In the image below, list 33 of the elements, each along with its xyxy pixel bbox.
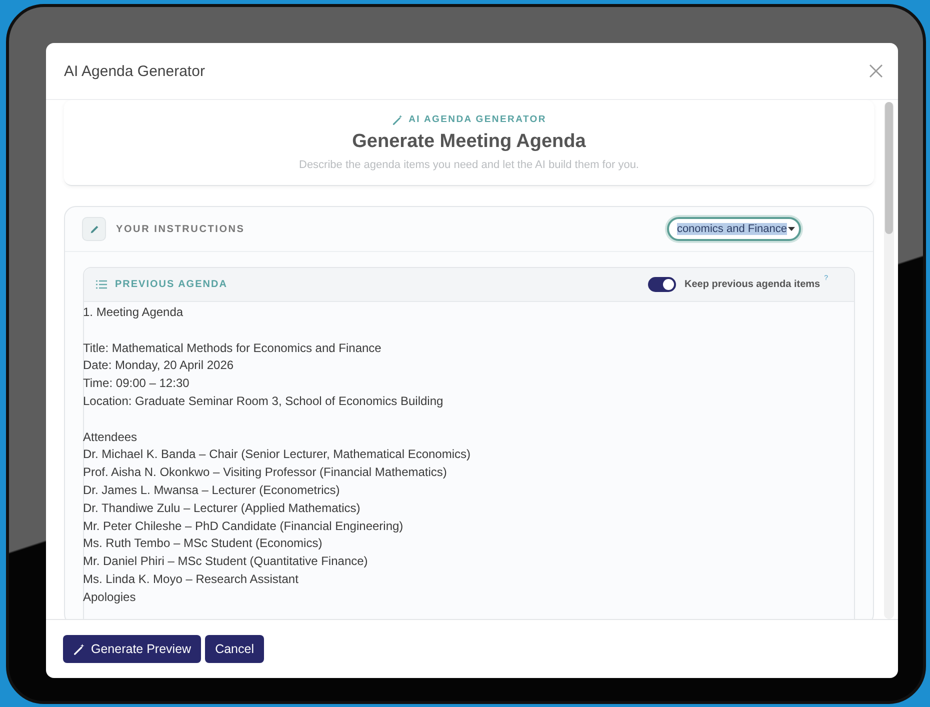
wand-icon	[392, 114, 403, 125]
agenda-line: Time: 09:00 – 12:30	[83, 375, 190, 392]
dropdown-field[interactable]: conomics and Finance	[666, 217, 801, 241]
section-label: PREVIOUS AGENDA	[115, 279, 228, 290]
agenda-line: Prof. Aisha N. Okonkwo – Visiting Professor (Financial Mathematics)	[83, 464, 447, 482]
agenda-line: 1. Meeting Agenda	[83, 304, 184, 321]
agenda-line: Attendees	[83, 428, 138, 446]
pencil-icon	[82, 217, 106, 241]
toggle-switch[interactable]	[648, 277, 676, 292]
agenda-line: Dr. James L. Mwansa – Lecturer (Econometrics)	[83, 482, 340, 499]
caret-icon	[788, 227, 795, 231]
agenda-line: Apologies	[83, 588, 136, 606]
agenda-line: Dr. Thandiwe Zulu – Lecturer (Applied Mathematics)	[83, 500, 360, 517]
agenda-line: Location: Graduate Seminar Room 3, School of Economics Building	[83, 392, 444, 410]
toggle-label: Keep previous agenda items	[684, 279, 820, 290]
agenda-line: Title: Mathematical Methods for Economics and Finance	[83, 340, 382, 357]
agenda-line: Ms. Linda K. Moyo – Research Assistant	[83, 570, 298, 588]
agenda-line: Mr. Peter Chileshe – PhD Candidate (Financial Engineering)	[83, 518, 404, 535]
close-icon[interactable]	[868, 63, 884, 79]
page-heading: Generate Meeting Agenda	[352, 131, 586, 153]
dialog-title: AI Agenda Generator	[64, 62, 205, 80]
generate-button[interactable]: Generate Preview	[63, 635, 202, 663]
list-icon	[96, 280, 107, 289]
agenda-line: Date: Monday, 20 April 2026	[83, 357, 234, 374]
cancel-button[interactable]: Cancel	[205, 635, 264, 663]
agenda-line: Dr. Michael K. Banda – Chair (Senior Lecturer, Mathematical Economics)	[83, 446, 470, 464]
scrollbar-thumb[interactable]	[885, 102, 893, 234]
description: Describe the agenda items you need and let the AI build them for you.	[299, 159, 639, 171]
agenda-line: Ms. Ruth Tembo – MSc Student (Economics)	[83, 535, 322, 552]
section-label: YOUR INSTRUCTIONS	[116, 224, 246, 234]
agenda-line: Mr. Daniel Phiri – MSc Student (Quantitative Finance)	[83, 553, 368, 570]
wand-icon	[73, 643, 85, 655]
eyebrow-label: AI AGENDA GENERATOR	[408, 114, 546, 125]
